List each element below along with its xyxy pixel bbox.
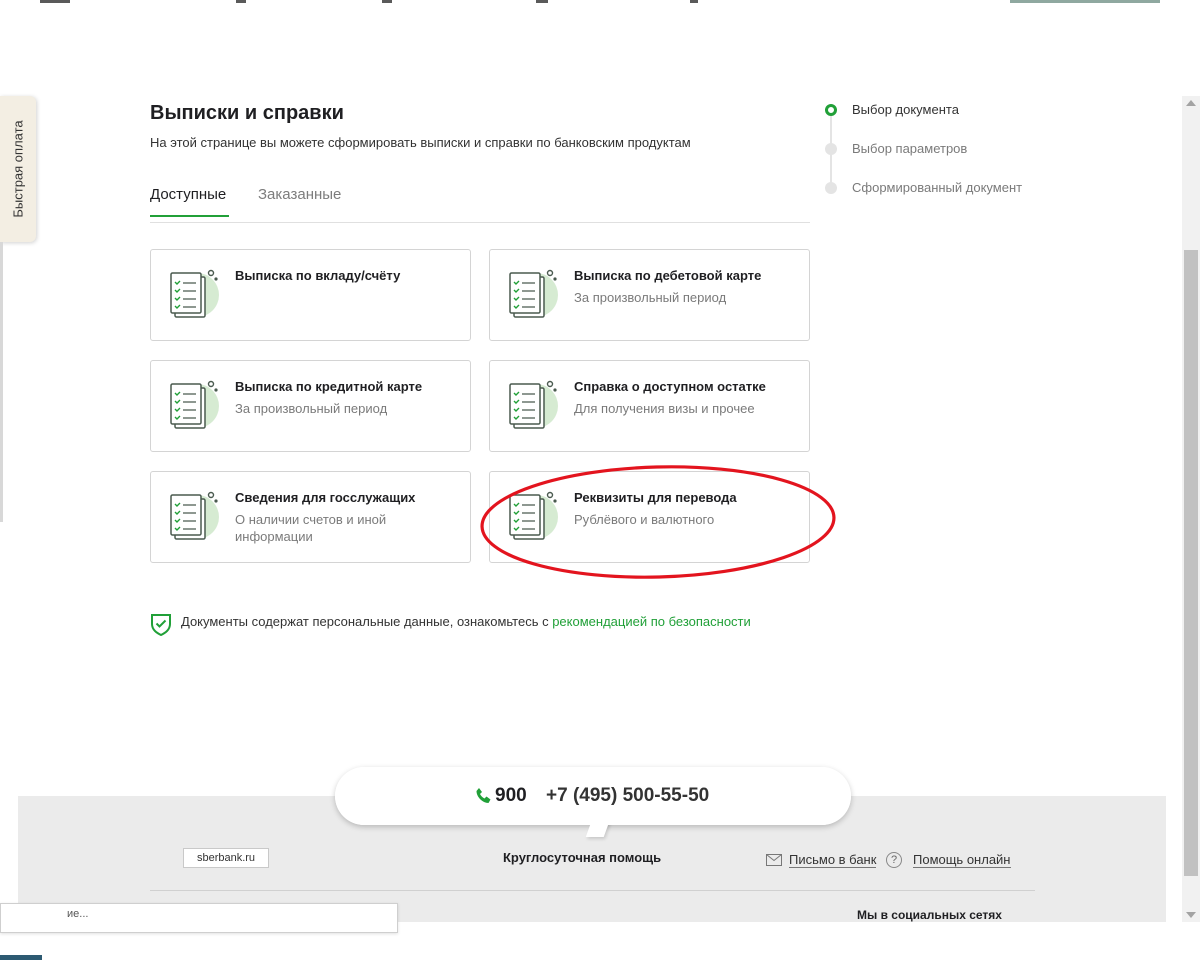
site-button[interactable]: sberbank.ru: [183, 848, 269, 868]
envelope-icon: [766, 854, 782, 866]
support-label: Круглосуточная помощь: [503, 850, 662, 865]
scroll-down-arrow-icon[interactable]: [1186, 912, 1196, 918]
tabs-bar: Доступные Заказанные: [150, 186, 810, 223]
security-recommendation-link[interactable]: рекомендацией по безопасности: [552, 614, 751, 629]
footer-divider: [150, 890, 1035, 891]
card-subtitle: Для получения визы и прочее: [574, 401, 755, 416]
security-text: Документы содержат персональные данные, …: [181, 614, 751, 629]
top-strip-segment: [690, 0, 698, 3]
card-title: Реквизиты для перевода: [574, 490, 737, 505]
card-subtitle: Рублёвого и валютного: [574, 512, 715, 527]
document-icon: [509, 491, 558, 540]
card-subtitle: За произвольный период: [574, 290, 727, 305]
vertical-scrollbar[interactable]: [1182, 96, 1200, 922]
card-title: Выписка по вкладу/счёту: [235, 268, 401, 283]
tab-available[interactable]: Доступные: [150, 186, 230, 217]
document-icon: [170, 380, 219, 429]
status-popup: ие...: [0, 903, 398, 933]
card-title: Сведения для госслужащих: [235, 490, 416, 505]
online-help-label: Помощь онлайн: [913, 852, 1011, 868]
phone-icon: [476, 788, 491, 803]
step-dot: [825, 143, 837, 155]
quick-pay-label: Быстрая оплата: [10, 120, 26, 218]
step-label: Выбор параметров: [852, 141, 968, 156]
top-strip: [0, 0, 1200, 4]
phone-long-number[interactable]: +7 (495) 500-55-50: [546, 785, 709, 807]
scroll-thumb[interactable]: [1184, 250, 1198, 876]
status-popup-text: ие...: [67, 908, 89, 920]
card-subtitle: За произвольный период: [235, 401, 388, 416]
card-transfer-details[interactable]: Реквизиты для перевода Рублёвого и валют…: [489, 471, 810, 563]
document-icon: [170, 491, 219, 540]
card-deposit-statement[interactable]: Выписка по вкладу/счёту: [150, 249, 471, 341]
tab-ordered[interactable]: Заказанные: [258, 186, 341, 215]
card-civil-servants[interactable]: Сведения для госслужащих О наличии счето…: [150, 471, 471, 563]
question-icon: ?: [886, 852, 902, 868]
scroll-up-arrow-icon[interactable]: [1186, 100, 1196, 106]
step-label: Выбор документа: [852, 102, 959, 117]
top-strip-segment: [236, 0, 246, 3]
taskbar-fragment: [0, 955, 42, 960]
document-icon: [170, 269, 219, 318]
card-credit-card-statement[interactable]: Выписка по кредитной карте За произвольн…: [150, 360, 471, 452]
top-strip-segment: [382, 0, 392, 3]
left-edge-shadow: [0, 242, 3, 522]
step-dot: [825, 182, 837, 194]
top-strip-segment: [536, 0, 548, 3]
card-title: Выписка по кредитной карте: [235, 379, 423, 394]
card-title: Выписка по дебетовой карте: [574, 268, 762, 283]
card-title: Справка о доступном остатке: [574, 379, 766, 394]
page-subtitle: На этой странице вы можете сформировать …: [150, 135, 691, 150]
progress-stepper: Выбор документа Выбор параметров Сформир…: [820, 100, 1080, 200]
shield-check-icon: [151, 614, 171, 636]
card-subtitle: О наличии счетов и иной информации: [235, 512, 387, 544]
security-text-body: Документы содержат персональные данные, …: [181, 614, 553, 629]
top-strip-segment: [40, 0, 70, 3]
phone-short-number[interactable]: 900: [495, 785, 527, 807]
page-title: Выписки и справки: [150, 102, 344, 124]
document-icon: [509, 380, 558, 429]
quick-pay-tab[interactable]: Быстрая оплата: [0, 96, 36, 242]
top-strip-segment: [1010, 0, 1160, 3]
card-available-balance[interactable]: Справка о доступном остатке Для получени…: [489, 360, 810, 452]
document-icon: [509, 269, 558, 318]
step-active-dot: [825, 104, 837, 116]
social-heading: Мы в социальных сетях: [857, 908, 1002, 922]
phone-bubble: 900 +7 (495) 500-55-50: [335, 767, 851, 837]
mail-to-bank-label: Письмо в банк: [789, 852, 877, 868]
card-debit-card-statement[interactable]: Выписка по дебетовой карте За произвольн…: [489, 249, 810, 341]
step-label: Сформированный документ: [852, 180, 1023, 195]
